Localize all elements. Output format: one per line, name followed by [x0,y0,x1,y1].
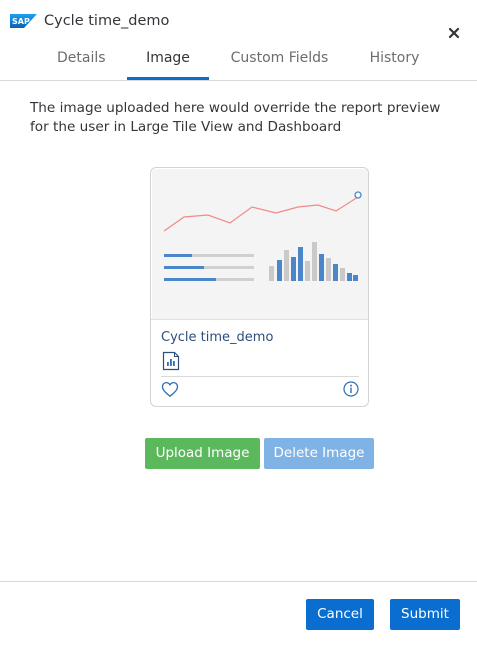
tab-image[interactable]: Image [141,50,195,66]
card-footer-divider [161,376,359,377]
info-icon[interactable] [343,381,359,397]
card-title[interactable]: Cycle time_demo [161,330,273,345]
submit-button[interactable]: Submit [390,599,460,630]
delete-image-button[interactable]: Delete Image [264,438,374,469]
report-settings-dialog: SAP Cycle time_demo Details Image Custom… [0,0,477,654]
report-preview-image [152,169,368,319]
heart-icon[interactable] [161,381,179,398]
image-description: The image uploaded here would override t… [30,100,441,135]
report-preview-card[interactable]: Cycle time_demo [150,167,369,407]
dialog-title: Cycle time_demo [44,13,170,29]
report-chart-icon [162,351,180,371]
tab-details[interactable]: Details [57,50,106,66]
sap-logo: SAP [10,14,37,28]
active-tab-indicator [127,77,209,80]
cancel-button[interactable]: Cancel [306,599,374,630]
card-divider [151,319,368,320]
upload-image-button[interactable]: Upload Image [145,438,260,469]
footer-divider [0,581,477,582]
close-icon[interactable] [445,24,463,42]
sap-logo-text: SAP [12,17,30,26]
tab-history[interactable]: History [366,50,423,66]
tab-custom-fields[interactable]: Custom Fields [228,50,331,66]
dialog-header: SAP Cycle time_demo Details Image Custom… [0,0,477,81]
